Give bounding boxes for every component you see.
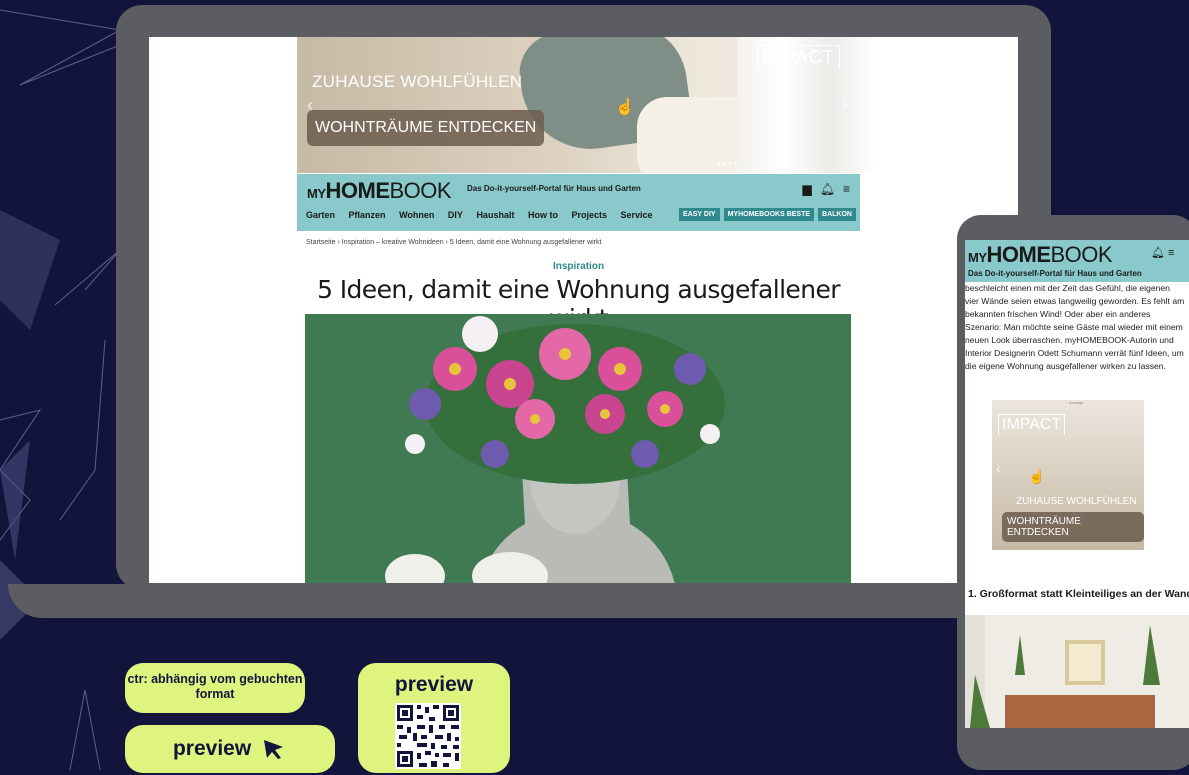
magazine-icon[interactable]: ▆ (803, 182, 812, 196)
menu-icon[interactable]: ≡ (843, 182, 850, 196)
cursor-arrow-icon (264, 740, 284, 760)
mobile-ad-banner[interactable]: IMPACT ‹ ☝ ZUHAUSE WOHLFÜHLEN WOHNTRÄUME… (992, 400, 1144, 550)
site-tagline: Das Do-it-yourself-Portal für Haus und G… (968, 269, 1142, 278)
nav-pills: EASY DIY MYHOMEBOOKS BESTE BALKON (679, 208, 856, 221)
myhomebook-logo[interactable]: MYHOMEBOOK (307, 178, 452, 204)
impact-logo: IMPACT (998, 414, 1066, 435)
laptop-base (8, 584, 1068, 618)
nav-item-projects[interactable]: Projects (571, 210, 607, 220)
carousel-dots[interactable]: ●●●● (717, 161, 740, 167)
article-hero-image (305, 314, 851, 583)
mobile-header: MYHOMEBOOK Das Do-it-yourself-Portal für… (965, 240, 1189, 282)
qr-code-icon[interactable] (395, 703, 461, 769)
article-kicker[interactable]: Inspiration (297, 261, 860, 272)
bell-icon[interactable]: 🔔︎ (1151, 247, 1165, 259)
chevron-left-icon[interactable]: ‹ (996, 460, 1001, 476)
nav-item-service[interactable]: Service (621, 210, 653, 220)
ctr-badge: ctr: abhängig vom gebuchten format (125, 663, 305, 713)
hand-pointer-icon: ☝ (1028, 468, 1046, 484)
site-tagline: Das Do-it-yourself-Portal für Haus und G… (467, 184, 641, 193)
hero-cta-button[interactable]: WOHNTRÄUME ENTDECKEN (307, 110, 545, 146)
pill-myhomebooks-beste[interactable]: MYHOMEBOOKS BESTE (723, 208, 815, 221)
chevron-right-icon[interactable]: › (842, 95, 848, 116)
myhomebook-logo[interactable]: MYHOMEBOOK (968, 242, 1113, 268)
header-icons: 🔔︎ ≡ (1151, 246, 1174, 259)
hero-title: ZUHAUSE WOHLFÜHLEN (312, 72, 523, 91)
bell-icon[interactable]: 🔔︎ (820, 182, 835, 196)
chevron-left-icon[interactable]: ‹ (307, 95, 313, 116)
hero-ad-banner[interactable]: IMPACT ZUHAUSE WOHLFÜHLEN WOHNTRÄUME ENT… (297, 37, 873, 173)
preview-qr-badge[interactable]: preview (358, 663, 510, 773)
nav-item-garten[interactable]: Garten (306, 210, 335, 220)
phone-screen: MYHOMEBOOK Das Do-it-yourself-Portal für… (965, 240, 1189, 728)
ad-cta-button[interactable]: WOHNTRÄUME ENTDECKEN (1002, 512, 1144, 542)
laptop-screen: IMPACT ZUHAUSE WOHLFÜHLEN WOHNTRÄUME ENT… (149, 37, 1018, 583)
preview-label: preview (172, 737, 252, 760)
living-room-image (965, 615, 1189, 728)
ad-title: ZUHAUSE WOHLFÜHLEN (1016, 496, 1137, 507)
pill-easy-diy[interactable]: EASY DIY (679, 208, 720, 221)
impact-logo: IMPACT (757, 45, 840, 69)
hand-pointer-icon: ☝ (615, 99, 635, 116)
nav-item-how-to[interactable]: How to (528, 210, 558, 220)
nav-item-diy[interactable]: DIY (448, 210, 463, 220)
header-icons: ▆ 🔔︎ ≡ (795, 182, 850, 196)
main-nav: Garten Pflanzen Wohnen DIY Haushalt How … (306, 210, 664, 220)
pill-balkon[interactable]: BALKON (818, 208, 856, 221)
section-heading: 1. Großformat statt Kleinteiliges an der… (968, 588, 1189, 600)
preview-label: preview (394, 673, 474, 696)
nav-item-pflanzen[interactable]: Pflanzen (349, 210, 386, 220)
breadcrumb[interactable]: Startseite › Inspiration – kreative Wohn… (306, 239, 601, 246)
site-header: MYHOMEBOOK Das Do-it-yourself-Portal für… (297, 174, 860, 231)
preview-click-button[interactable]: preview (125, 725, 335, 773)
ad-label: Anzeige (1069, 400, 1084, 405)
nav-item-haushalt[interactable]: Haushalt (476, 210, 514, 220)
menu-icon[interactable]: ≡ (1168, 247, 1174, 259)
nav-item-wohnen[interactable]: Wohnen (399, 210, 434, 220)
article-body-text: beschleicht einen mit der Zeit das Gefüh… (965, 283, 1185, 371)
